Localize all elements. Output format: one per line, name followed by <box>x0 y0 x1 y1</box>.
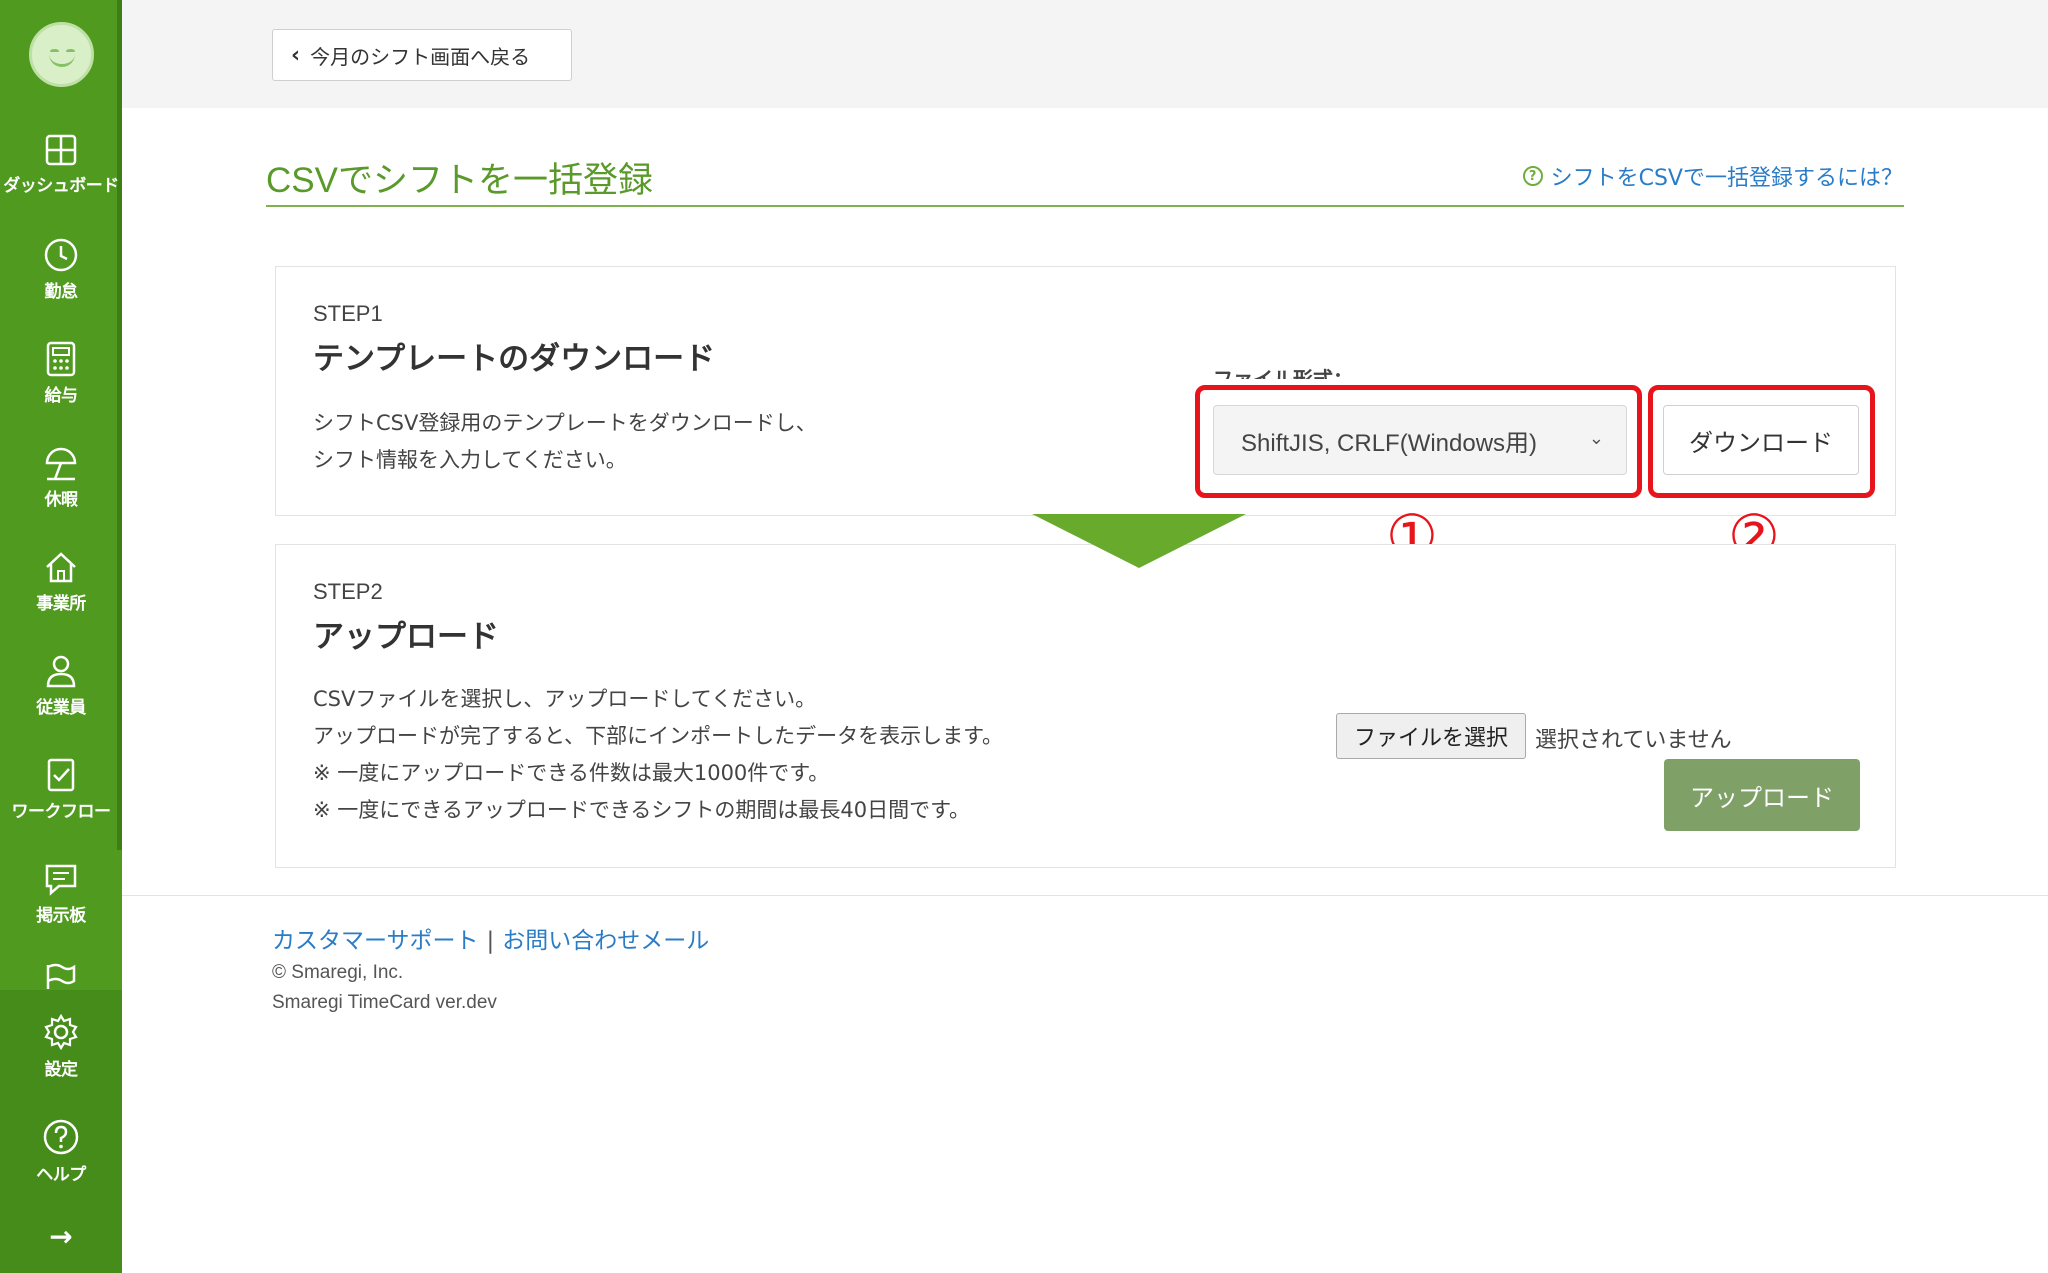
app-version: Smaregi TimeCard ver.dev <box>272 992 497 1013</box>
copyright: © Smaregi, Inc. <box>272 962 404 983</box>
step2-card: STEP2 アップロード CSVファイルを選択し、アップロードしてください。 ア… <box>275 544 1896 868</box>
sidebar-item-leave[interactable]: 休暇 <box>0 445 122 535</box>
step1-description: シフトCSV登録用のテンプレートをダウンロードし、 シフト情報を入力してください… <box>313 405 817 479</box>
sidebar-item-label: ヘルプ <box>36 1165 86 1185</box>
question-icon: ? <box>1522 166 1543 186</box>
back-to-monthly-shift-button[interactable]: ‹ 今月のシフト画面へ戻る <box>272 29 572 81</box>
sidebar-item-label: 掲示板 <box>36 906 86 926</box>
customer-support-link[interactable]: カスタマーサポート <box>272 928 479 954</box>
upload-button[interactable]: アップロード <box>1664 759 1860 831</box>
sidebar-expand-arrow-icon[interactable]: → <box>0 1220 122 1253</box>
person-icon <box>46 655 76 688</box>
title-divider <box>266 205 1904 207</box>
sidebar-item-label: 給与 <box>44 386 79 406</box>
sidebar-item-label: ワークフロー <box>11 802 112 822</box>
dashboard-icon <box>45 134 77 166</box>
sidebar-item-label: 事業所 <box>36 594 86 614</box>
step2-label: STEP2 <box>313 579 383 604</box>
sidebar-item-label: ダッシュボード <box>3 176 119 196</box>
logo-mouth <box>49 53 75 67</box>
home-icon <box>46 552 76 583</box>
sidebar: ダッシュボード 勤怠 給与 休暇 事業所 従業員 ワークフロー 掲示板 設定 ヘ… <box>0 0 122 1273</box>
csv-help-link[interactable]: ? シフトをCSVで一括登録するには？ <box>1522 160 1903 192</box>
sidebar-item-office[interactable]: 事業所 <box>0 549 122 639</box>
flag-icon[interactable] <box>44 963 78 989</box>
back-button-label: 今月のシフト画面へ戻る <box>310 44 531 69</box>
sidebar-item-label: 休暇 <box>44 490 79 510</box>
sidebar-item-settings[interactable]: 設定 <box>0 1013 122 1103</box>
message-board-icon <box>45 864 77 896</box>
sidebar-item-label: 勤怠 <box>44 282 79 302</box>
step1-desc-line: シフト情報を入力してください。 <box>313 448 627 472</box>
step2-desc-line: ※ 一度にアップロードできる件数は最大1000件です。 <box>313 761 830 785</box>
sidebar-item-attendance[interactable]: 勤怠 <box>0 237 122 327</box>
contact-mail-link[interactable]: お問い合わせメール <box>502 928 709 954</box>
sidebar-item-label: 従業員 <box>36 698 86 718</box>
footer-divider <box>122 895 2048 896</box>
help-icon <box>43 1119 79 1155</box>
step2-title: アップロード <box>313 619 499 655</box>
choose-file-button[interactable]: ファイルを選択 <box>1336 713 1526 759</box>
workflow-icon <box>47 758 75 792</box>
step2-description: CSVファイルを選択し、アップロードしてください。 アップロードが完了すると、下… <box>313 681 1003 829</box>
gear-icon <box>44 1013 78 1051</box>
topbar: ‹ 今月のシフト画面へ戻る <box>122 0 2048 108</box>
step2-desc-line: アップロードが完了すると、下部にインポートしたデータを表示します。 <box>313 724 1004 748</box>
help-link-label: シフトをCSVで一括登録するには？ <box>1550 166 1903 191</box>
sidebar-item-employees[interactable]: 従業員 <box>0 653 122 743</box>
logo[interactable] <box>29 22 94 87</box>
step1-desc-line: シフトCSV登録用のテンプレートをダウンロードし、 <box>313 411 817 435</box>
step-arrow-icon <box>1032 514 1246 568</box>
step2-desc-line: CSVファイルを選択し、アップロードしてください。 <box>313 687 817 711</box>
sidebar-item-dashboard[interactable]: ダッシュボード <box>0 133 122 223</box>
beach-umbrella-icon <box>45 447 77 481</box>
chevron-left-icon: ‹ <box>291 42 301 68</box>
file-status: 選択されていません <box>1535 728 1732 753</box>
footer-links: カスタマーサポート | お問い合わせメール <box>272 921 709 955</box>
clock-icon <box>44 238 78 272</box>
step2-desc-line: ※ 一度にできるアップロードできるシフトの期間は最長40日間です。 <box>313 798 971 822</box>
footer-separator: | <box>486 928 495 954</box>
sidebar-item-workflow[interactable]: ワークフロー <box>0 757 122 847</box>
calculator-icon <box>46 341 76 377</box>
file-format-label: ファイル形式： <box>1213 367 1353 379</box>
page-title: CSVでシフトを一括登録 <box>266 161 653 200</box>
sidebar-item-help[interactable]: ヘルプ <box>0 1118 122 1208</box>
sidebar-item-board[interactable]: 掲示板 <box>0 861 122 951</box>
step1-label: STEP1 <box>313 301 383 326</box>
annotation-box-2 <box>1648 385 1875 498</box>
annotation-box-1 <box>1195 385 1642 498</box>
sidebar-item-payroll[interactable]: 給与 <box>0 341 122 431</box>
step1-title: テンプレートのダウンロード <box>313 341 716 377</box>
sidebar-item-label: 設定 <box>44 1060 79 1080</box>
